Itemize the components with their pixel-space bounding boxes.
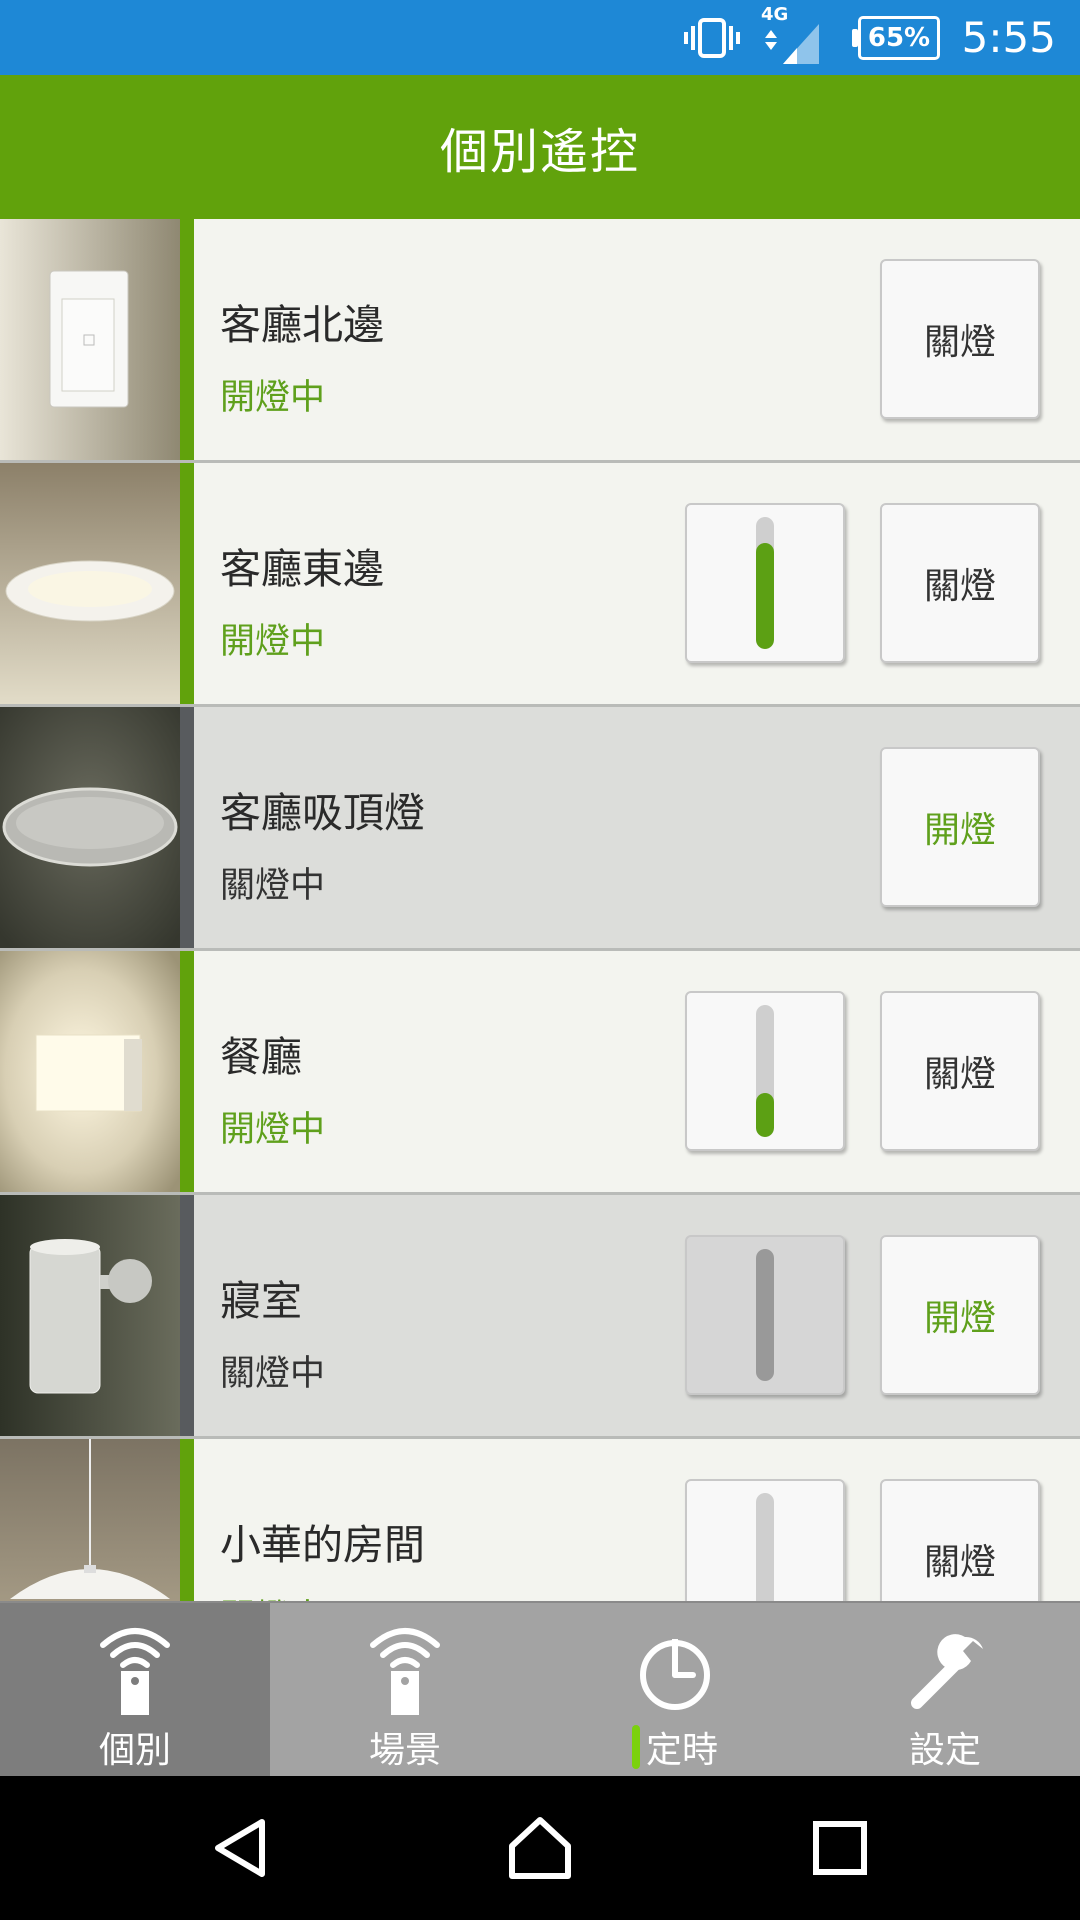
battery-indicator: 65% [852, 0, 940, 75]
toggle-light-button[interactable]: 開燈 [880, 1235, 1040, 1395]
status-bar: 4G 65% 5:55 [0, 0, 1080, 75]
state-stripe [180, 463, 194, 704]
cylinder-light-thumbnail [0, 1195, 180, 1436]
remote-wifi-icon [97, 1617, 173, 1717]
dimmer-button[interactable] [685, 1479, 845, 1601]
dimmer-level-bar [756, 1249, 774, 1381]
bottom-nav: 個別 場景 定時 設定 [0, 1601, 1080, 1778]
home-icon[interactable] [504, 1812, 576, 1884]
device-status: 開燈中 [220, 622, 326, 662]
battery-level: 65% [852, 15, 940, 60]
device-row[interactable]: 寢室 關燈中 開燈 [0, 1195, 1080, 1439]
nav-tab-settings[interactable]: 設定 [810, 1603, 1080, 1778]
nav-label: 個別 [98, 1730, 171, 1771]
device-row[interactable]: 客廳東邊 開燈中 關燈 [0, 463, 1080, 707]
device-name: 客廳東邊 [220, 545, 384, 593]
nav-tab-individual[interactable]: 個別 [0, 1603, 270, 1778]
dimmer-button [685, 1235, 845, 1395]
remote-wifi-icon [367, 1617, 443, 1717]
device-row[interactable]: 客廳北邊 開燈中 關燈 [0, 219, 1080, 463]
device-status: 開燈中 [220, 1110, 326, 1150]
dimmer-level-bar [756, 1493, 774, 1601]
vibrate-icon [684, 0, 740, 75]
toggle-light-button[interactable]: 關燈 [880, 991, 1040, 1151]
state-stripe [180, 951, 194, 1192]
state-stripe [180, 219, 194, 460]
device-status: 開燈中 [220, 1589, 325, 1601]
pendant-light-thumbnail [0, 1439, 180, 1601]
nav-label: 場景 [368, 1730, 441, 1771]
timer-icon [635, 1617, 715, 1717]
device-row[interactable]: 餐廳 開燈中 關燈 [0, 951, 1080, 1195]
device-status: 開燈中 [220, 378, 326, 418]
dimmer-button[interactable] [685, 991, 845, 1151]
recent-apps-icon[interactable] [804, 1812, 876, 1884]
state-stripe [180, 707, 194, 948]
toggle-light-button[interactable]: 關燈 [880, 503, 1040, 663]
wall-light-thumbnail [0, 951, 180, 1192]
wrench-icon [903, 1617, 987, 1717]
device-status: 關燈中 [220, 1354, 326, 1394]
device-name: 客廳吸頂燈 [220, 789, 425, 837]
toggle-light-button[interactable]: 關燈 [880, 259, 1040, 419]
device-name: 寢室 [220, 1277, 302, 1325]
nav-tab-scene[interactable]: 場景 [270, 1603, 540, 1778]
toggle-light-button[interactable]: 關燈 [880, 1479, 1040, 1601]
nav-tab-timer[interactable]: 定時 [540, 1603, 810, 1778]
device-status: 關燈中 [220, 866, 326, 906]
device-name: 客廳北邊 [220, 301, 384, 349]
device-row[interactable]: 小華的房間 開燈中 關燈 [0, 1439, 1080, 1601]
nav-label: 設定 [908, 1730, 981, 1771]
nav-label: 定時 [645, 1730, 718, 1771]
device-name: 餐廳 [220, 1033, 302, 1081]
device-row[interactable]: 客廳吸頂燈 關燈中 開燈 [0, 707, 1080, 951]
back-icon[interactable] [204, 1812, 276, 1884]
ceiling-light-thumbnail [0, 707, 180, 948]
active-indicator [631, 1725, 640, 1769]
light-switch-thumbnail [0, 219, 180, 460]
dimmer-level-bar [756, 1005, 774, 1137]
page-title: 個別遙控 [0, 75, 1080, 219]
system-nav-bar [0, 1776, 1080, 1920]
state-stripe [180, 1195, 194, 1436]
dimmer-level-bar [756, 517, 774, 649]
signal-icon: 4G [761, 0, 825, 75]
toggle-light-button[interactable]: 開燈 [880, 747, 1040, 907]
device-list[interactable]: 客廳北邊 開燈中 關燈 客廳東邊 開燈中 關燈 客廳吸頂燈 關燈中 開燈 餐廳 … [0, 219, 1080, 1601]
nav-label-wrap: 定時 [631, 1721, 718, 1773]
state-stripe [180, 1439, 194, 1601]
downlight-thumbnail [0, 463, 180, 704]
dimmer-button[interactable] [685, 503, 845, 663]
device-name: 小華的房間 [220, 1521, 425, 1569]
clock: 5:55 [961, 13, 1056, 62]
